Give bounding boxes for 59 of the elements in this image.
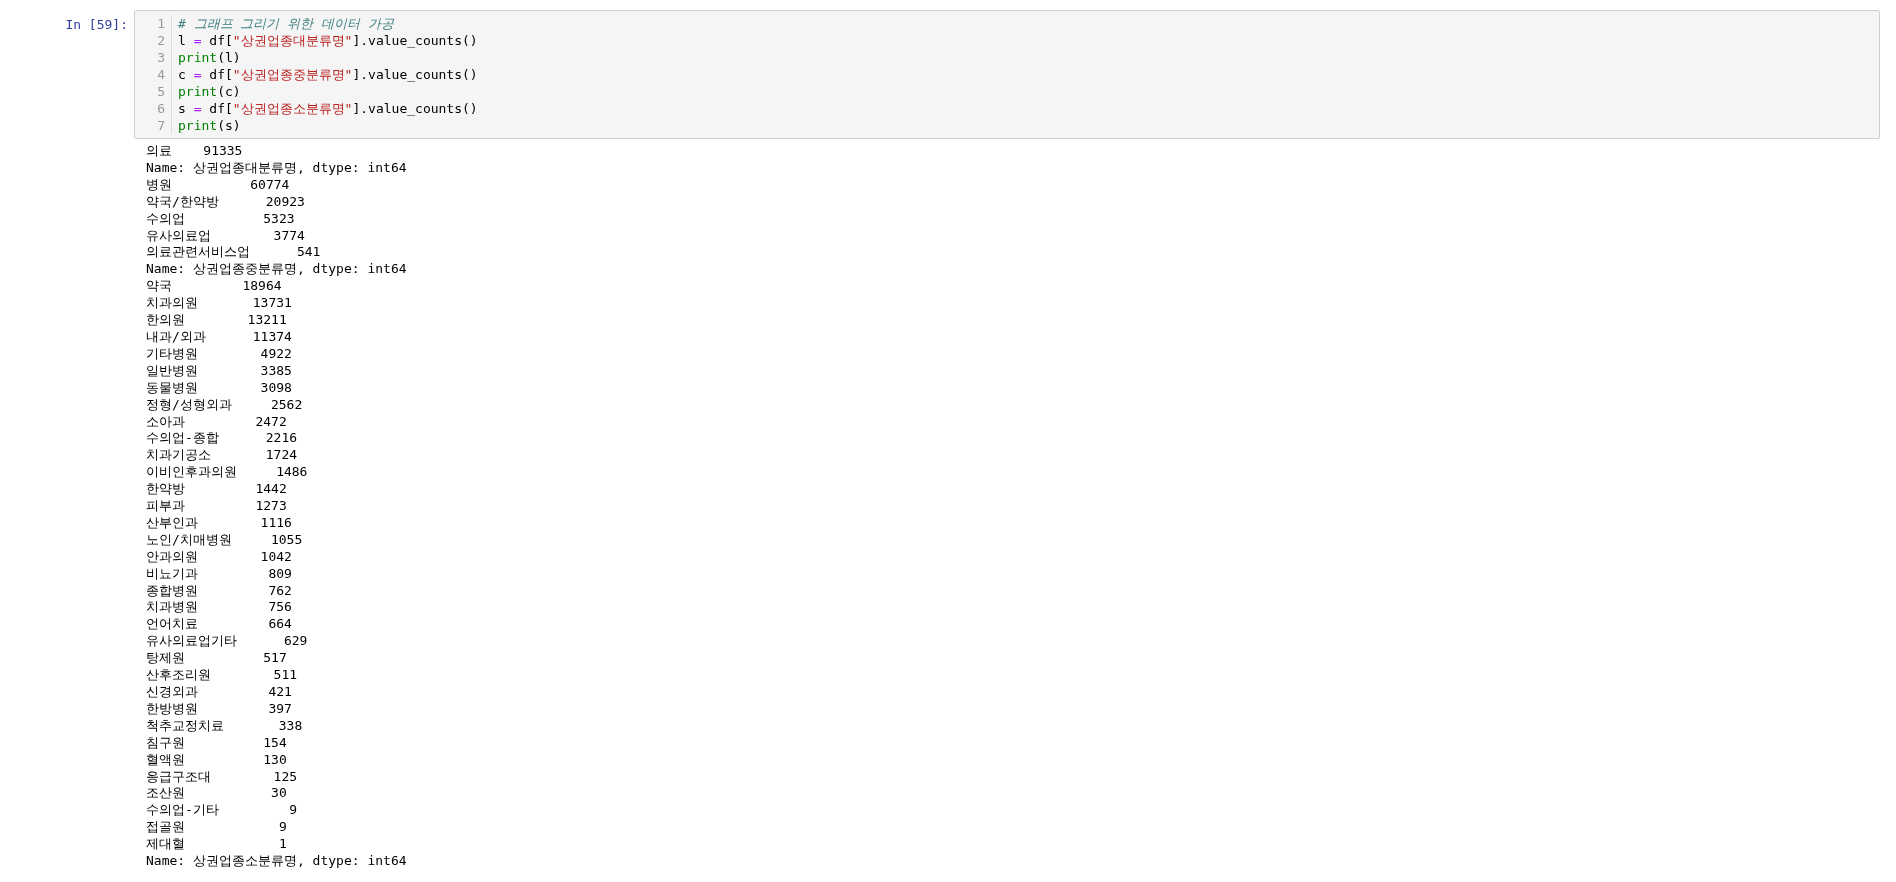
output-line: 동물병원 3098 [146,379,292,397]
output-line: 산부인과 1116 [146,514,292,532]
output-line: 안과의원 1042 [146,548,292,566]
code-line: print(c) [178,83,242,100]
output-line: 침구원 154 [146,734,287,752]
output-line: 의료관련서비스업 541 [146,244,321,262]
output-line: 유사의료업 3774 [146,227,305,245]
input-prompt: In [59]: [64,16,129,33]
code-line: c = df["상권업종중분류명"].value_counts() [178,66,478,83]
output-line: 수의업-종합 2216 [146,430,298,448]
line-number: 4 [157,66,165,83]
output-line: 소아과 2472 [146,413,287,431]
output-line: 신경외과 421 [146,684,292,701]
output-line: 접골원 9 [146,819,287,837]
code-line: s = df["상권업종소분류명"].value_counts() [178,100,478,117]
output-line: Name: 상권업종대분류명, dtype: int64 [146,159,407,177]
output-line: 한의원 13211 [146,312,287,329]
output-line: 일반병원 3385 [146,362,292,380]
output-line: 언어치료 664 [146,616,292,634]
output-line: 제대혈 1 [146,836,287,854]
output-line: 치과병원 756 [146,599,292,617]
output-line: 한약방 1442 [146,481,287,499]
output-line: 내과/외과 11374 [146,328,292,346]
output-line: 치과기공소 1724 [146,447,298,465]
output-line: 정형/성형외과 2562 [146,396,303,414]
code-line: print(s) [178,117,242,134]
line-number: 6 [157,100,165,117]
output-line: Name: 상권업종소분류명, dtype: int64 [146,853,407,870]
output-line: 병원 60774 [146,176,290,194]
code-line: l = df["상권업종대분류명"].value_counts() [178,32,478,49]
output-line: 응급구조대 125 [146,768,298,786]
output-line: 비뇨기과 809 [146,565,292,583]
output-line: 이비인후과의원 1486 [146,464,308,482]
line-number: 2 [157,32,165,49]
output-line: 혈액원 130 [146,751,287,769]
output-line: 탕제원 517 [146,650,287,668]
output-line: 노인/치매병원 1055 [146,531,303,549]
line-number: 1 [157,15,165,32]
output-line: 피부과 1273 [146,498,287,515]
output-line: 기타병원 4922 [146,345,292,363]
line-number: 3 [157,49,165,66]
output-line: 산후조리원 511 [146,667,298,684]
output-line: 약국/한약방 20923 [146,193,305,211]
output-line: 척추교정치료 338 [146,717,303,735]
code-line: # 그래프 그리기 위한 데이터 가공 [178,15,395,32]
output-line: 의료 91335 [146,143,243,160]
output-line: 한방병원 397 [146,700,292,718]
output-line: 수의업 5323 [146,210,295,228]
output-line: 약국 18964 [146,278,282,296]
output-line: 종합병원 762 [146,582,292,600]
output-line: 조산원 30 [146,785,287,803]
code-line: print(l) [178,49,242,66]
output-line: 유사의료업기타 629 [146,633,308,651]
output-line: 치과의원 13731 [146,295,292,313]
output-line: 수의업-기타 9 [146,802,298,820]
code-cell[interactable]: 1 2 3 4 5 6 7 # 그래프 그리기 위한 데이터 가공 l = df["상권업종대분류명"].value_counts() print(l) c = df["상권업종중분류명"].value_counts() print(c) s = df["상권업종소분류명"].value_counts() print(s) [134,10,1880,139]
output-line: Name: 상권업종중분류명, dtype: int64 [146,261,407,279]
line-number: 5 [157,83,165,100]
line-number: 7 [157,117,165,134]
